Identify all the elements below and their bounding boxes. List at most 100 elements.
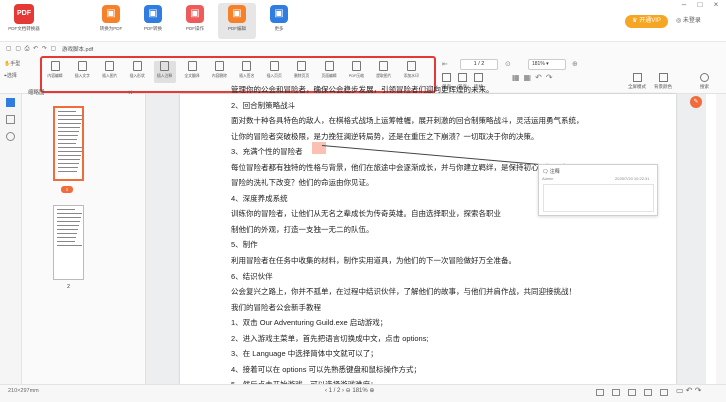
thumbnail-line bbox=[57, 225, 79, 226]
file-tab[interactable]: 游戏脚本.pdf bbox=[62, 45, 93, 53]
app-name: PDF文档转换器 bbox=[8, 26, 40, 31]
top-button-label: PDF转换 bbox=[144, 26, 162, 31]
thumbnail-close-icon[interactable]: × bbox=[128, 88, 133, 97]
status-pager[interactable]: ‹ 1 / 2 › ⊖ 181% ⊕ bbox=[325, 387, 374, 394]
thumbnail-line bbox=[58, 151, 82, 152]
document-line: 利用冒险者在任务中收集的材料，制作实用道具，为他们的下一次冒险做好万全准备。 bbox=[231, 256, 516, 266]
thumbnail-line bbox=[58, 135, 78, 136]
login-label: 未登录 bbox=[682, 18, 701, 24]
comment-title: 🗨 注释 bbox=[542, 168, 560, 175]
search-button[interactable]: 搜索 bbox=[700, 73, 709, 90]
page-thumbnail[interactable] bbox=[53, 106, 84, 181]
quick-access-icons[interactable]: ▢ ▢ ⎙ ↶ ↷ ▢ bbox=[6, 45, 57, 53]
thumbnail-line bbox=[57, 213, 82, 214]
thumbnail-line bbox=[57, 229, 78, 230]
thumbnail-line bbox=[58, 171, 77, 172]
thumbnail-line bbox=[57, 233, 77, 234]
top-button-label: PDF操作 bbox=[186, 26, 204, 31]
thumbnail-panel bbox=[22, 94, 146, 384]
top-button-1[interactable]: ▣ 转换为PDF bbox=[92, 3, 130, 39]
document-line: 6、结识伙伴 bbox=[231, 271, 273, 281]
top-button-4[interactable]: ▣ PDF编辑 bbox=[218, 3, 256, 39]
close-window-button[interactable]: × bbox=[708, 0, 724, 10]
thumbnail-line bbox=[57, 241, 75, 242]
top-button-label: PDF编辑 bbox=[228, 26, 246, 31]
thumbnail-line bbox=[57, 237, 76, 238]
thumbnail-line bbox=[58, 115, 83, 116]
maximize-button[interactable]: □ bbox=[692, 0, 708, 10]
continuous-icon bbox=[474, 73, 483, 82]
vip-label: 开通VIP bbox=[639, 18, 661, 24]
more-grid-icon: ▣ bbox=[270, 5, 288, 23]
thumbnail-line bbox=[57, 217, 81, 218]
floating-action-icon[interactable]: ✎ bbox=[690, 96, 702, 108]
app-logo-icon: PDF bbox=[14, 4, 34, 24]
document-line: 公会复兴之路上，你并不孤单，在过程中结识伙伴，了解他们的故事，与他们并肩作战，共… bbox=[231, 287, 576, 297]
thumbnail-panel-icon[interactable] bbox=[6, 98, 15, 107]
thumbnail-panel-title: 缩略图 bbox=[28, 90, 45, 96]
select-tool[interactable]: ⌖选择 bbox=[4, 72, 17, 79]
thumbnail-line bbox=[58, 155, 81, 156]
single-page-icon bbox=[442, 73, 451, 82]
status-fit-icon[interactable] bbox=[660, 389, 668, 396]
top-button-3[interactable]: ▣ PDF操作 bbox=[176, 3, 214, 39]
thumbnail-line bbox=[58, 127, 80, 128]
top-button-2[interactable]: ▣ PDF转换 bbox=[134, 3, 172, 39]
comment-input[interactable] bbox=[543, 184, 654, 212]
status-grid-icon[interactable] bbox=[644, 389, 652, 396]
document-line: 5、制作 bbox=[231, 240, 258, 250]
search-label: 搜索 bbox=[700, 84, 709, 89]
thumbnail-line bbox=[58, 147, 83, 148]
top-button-5[interactable]: ▣ 更多 bbox=[260, 3, 298, 39]
status-double-page-icon[interactable] bbox=[612, 389, 620, 396]
user-icon: ◎ bbox=[676, 18, 682, 24]
document-line: 2、进入游戏主菜单，首先把语言切换成中文，点击 options; bbox=[231, 333, 429, 343]
palette-icon bbox=[658, 73, 668, 82]
status-rotate-icons[interactable]: ▭ ↶ ↷ bbox=[676, 386, 701, 395]
comment-icon: 🗨 bbox=[542, 169, 549, 175]
comment-list-icon[interactable] bbox=[6, 132, 15, 141]
page-input[interactable]: 1 / 2 bbox=[460, 59, 498, 70]
thumbnail-line bbox=[57, 245, 82, 246]
convert-icon: ▣ bbox=[102, 5, 120, 23]
hand-tool-label: 手型 bbox=[10, 61, 21, 67]
page-number-badge: 1 bbox=[61, 186, 73, 193]
thumbnail-line bbox=[58, 119, 82, 120]
first-page-icon[interactable]: ⇤ bbox=[442, 60, 448, 68]
minimize-button[interactable]: – bbox=[676, 0, 692, 10]
view-mode-icons[interactable]: ▦▦↶↷ bbox=[512, 73, 557, 82]
bookmark-icon[interactable] bbox=[6, 115, 15, 124]
thumbnail-line bbox=[58, 131, 79, 132]
pdf-convert-icon: ▣ bbox=[144, 5, 162, 23]
hand-tool[interactable]: ✋手型 bbox=[4, 60, 20, 67]
thumbnail-line bbox=[58, 111, 76, 112]
zoom-select[interactable]: 181% ▾ bbox=[528, 59, 566, 70]
document-line: 2、回合制策略战斗 bbox=[231, 100, 296, 110]
thumbnail-line bbox=[58, 143, 76, 144]
app-window: PDF PDF文档转换器 ▣ 转换为PDF ▣ PDF转换 ▣ PDF操作 ▣ PDF编辑 ▣ 更… bbox=[0, 0, 726, 402]
next-page-icon[interactable]: ⊙ bbox=[505, 60, 511, 68]
vip-button[interactable]: ♛ 开通VIP bbox=[625, 15, 668, 28]
document-line: 4、接着可以在 options 可以先熟悉键盘和鼠标操作方式； bbox=[231, 364, 422, 374]
select-tool-label: 选择 bbox=[6, 73, 17, 79]
thumbnail-line bbox=[57, 209, 75, 210]
document-line: 3、充满个性的冒险者 bbox=[231, 147, 303, 157]
thumbnail-line bbox=[58, 123, 81, 124]
document-text: 管理你的公会和冒险者，确保公会稳步发展，引领冒险者们迎向更辉煌的未来。 2、回合制… bbox=[231, 82, 671, 393]
thumbnail-line bbox=[58, 159, 80, 160]
document-line: 1、双击 Our Adventuring Guild.exe 启动游戏； bbox=[231, 318, 388, 328]
pdf-operate-icon: ▣ bbox=[186, 5, 204, 23]
document-line: 管理你的公会和冒险者，确保公会稳步发展，引领冒险者们迎向更辉煌的未来。 bbox=[231, 85, 494, 94]
page-thumbnail[interactable] bbox=[53, 205, 84, 280]
status-continuous-icon[interactable] bbox=[628, 389, 636, 396]
login-button[interactable]: ◎ 未登录 bbox=[676, 15, 701, 28]
top-button-label: 更多 bbox=[274, 26, 284, 31]
pdf-edit-icon: ▣ bbox=[228, 5, 246, 23]
document-line: 3、在 Language 中选择简体中文就可以了； bbox=[231, 349, 378, 359]
zoom-in-icon[interactable]: ⊕ bbox=[572, 60, 578, 68]
status-single-page-icon[interactable] bbox=[596, 389, 604, 396]
vertical-scrollbar[interactable] bbox=[716, 94, 726, 384]
double-page-icon bbox=[458, 73, 467, 82]
thumbnail-line bbox=[57, 221, 80, 222]
search-icon bbox=[700, 73, 709, 82]
